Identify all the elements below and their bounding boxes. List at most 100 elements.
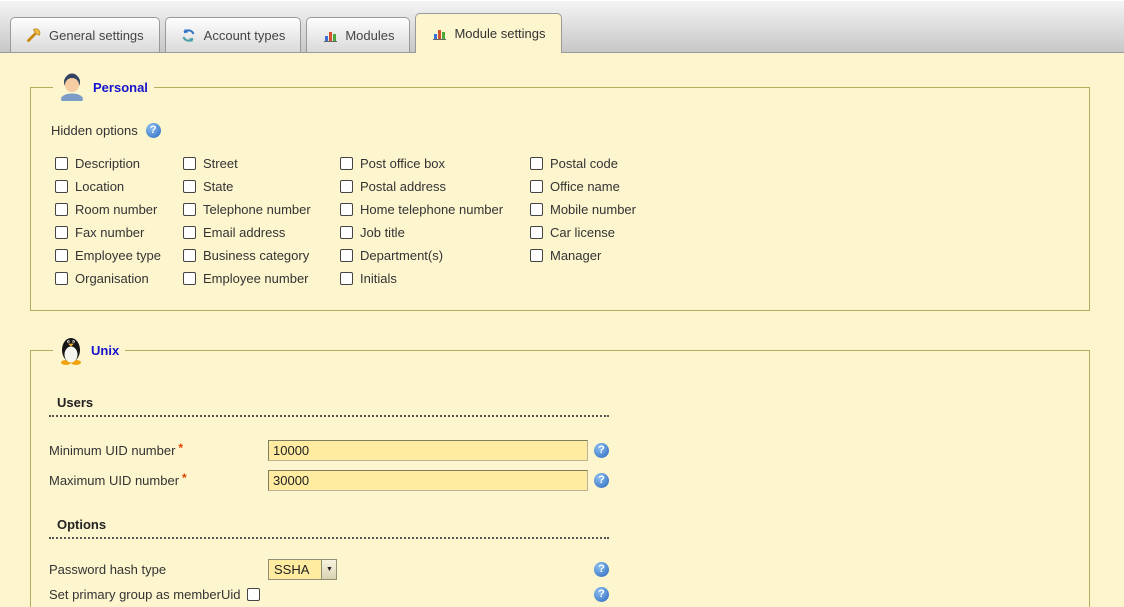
tab-modules[interactable]: Modules: [306, 17, 410, 52]
hidden-options-grid: Description Location Room number Fax number…: [55, 152, 1071, 290]
hidden-option-item[interactable]: Email address: [183, 221, 340, 244]
hidden-option-checkbox[interactable]: [530, 203, 543, 216]
hidden-options-column: Postal code Office name Mobile number Car l…: [530, 152, 646, 290]
hidden-option-checkbox[interactable]: [183, 180, 196, 193]
hidden-option-item[interactable]: Postal address: [340, 175, 530, 198]
hidden-option-item[interactable]: Office name: [530, 175, 646, 198]
hidden-option-item[interactable]: Organisation: [55, 267, 183, 290]
hidden-option-item[interactable]: Street: [183, 152, 340, 175]
hidden-option-item[interactable]: Post office box: [340, 152, 530, 175]
password-hash-select[interactable]: SSHA ▼: [268, 559, 337, 580]
hidden-option-checkbox[interactable]: [530, 157, 543, 170]
tab-account-types[interactable]: Account types: [165, 17, 302, 52]
options-subheader: Options: [49, 515, 609, 539]
hidden-option-label: Business category: [203, 248, 309, 263]
personal-legend: Personal: [53, 73, 154, 101]
min-uid-input[interactable]: [268, 440, 588, 461]
field-row-min-uid: Minimum UID number* ?: [49, 435, 1071, 465]
tab-label: Modules: [345, 28, 394, 43]
account-types-icon: [181, 27, 197, 43]
hidden-option-checkbox[interactable]: [340, 249, 353, 262]
hidden-option-label: Description: [75, 156, 140, 171]
help-icon[interactable]: ?: [146, 123, 161, 138]
hidden-option-checkbox[interactable]: [55, 203, 68, 216]
field-row-member-uid: Set primary group as memberUid ?: [49, 582, 1071, 607]
hidden-option-item[interactable]: Mobile number: [530, 198, 646, 221]
tab-module-settings[interactable]: Module settings: [415, 13, 561, 53]
hidden-option-label: Employee type: [75, 248, 161, 263]
hidden-option-label: Job title: [360, 225, 405, 240]
hidden-option-label: Manager: [550, 248, 601, 263]
hidden-option-checkbox[interactable]: [340, 226, 353, 239]
hidden-option-checkbox[interactable]: [183, 226, 196, 239]
hidden-option-label: State: [203, 179, 233, 194]
hidden-option-label: Car license: [550, 225, 615, 240]
hidden-option-item[interactable]: Manager: [530, 244, 646, 267]
hidden-option-checkbox[interactable]: [55, 249, 68, 262]
hidden-option-item[interactable]: Department(s): [340, 244, 530, 267]
hidden-options-column: Post office box Postal address Home teleph…: [340, 152, 530, 290]
hidden-option-item[interactable]: Car license: [530, 221, 646, 244]
hidden-option-checkbox[interactable]: [183, 157, 196, 170]
hidden-option-item[interactable]: Job title: [340, 221, 530, 244]
help-icon[interactable]: ?: [594, 562, 609, 577]
hidden-option-label: Postal address: [360, 179, 446, 194]
hidden-option-item[interactable]: Description: [55, 152, 183, 175]
hidden-option-item[interactable]: Room number: [55, 198, 183, 221]
hidden-option-item[interactable]: Postal code: [530, 152, 646, 175]
hidden-option-label: Telephone number: [203, 202, 311, 217]
hidden-option-checkbox[interactable]: [55, 272, 68, 285]
hidden-option-label: Organisation: [75, 271, 149, 286]
member-uid-label: Set primary group as memberUid: [49, 587, 240, 602]
max-uid-input[interactable]: [268, 470, 588, 491]
help-icon[interactable]: ?: [594, 587, 609, 602]
hidden-option-item[interactable]: Initials: [340, 267, 530, 290]
hidden-option-label: Street: [203, 156, 238, 171]
hidden-option-checkbox[interactable]: [530, 226, 543, 239]
hidden-option-checkbox[interactable]: [340, 180, 353, 193]
hidden-option-checkbox[interactable]: [55, 226, 68, 239]
hidden-options-column: Description Location Room number Fax number…: [55, 152, 183, 290]
hidden-option-item[interactable]: Home telephone number: [340, 198, 530, 221]
hidden-option-item[interactable]: State: [183, 175, 340, 198]
help-icon[interactable]: ?: [594, 443, 609, 458]
password-hash-value: SSHA: [269, 560, 321, 579]
hidden-option-checkbox[interactable]: [55, 180, 68, 193]
hidden-option-item[interactable]: Location: [55, 175, 183, 198]
hidden-option-label: Mobile number: [550, 202, 636, 217]
unix-legend: Unix: [53, 335, 125, 365]
help-icon[interactable]: ?: [594, 473, 609, 488]
hidden-option-item[interactable]: Telephone number: [183, 198, 340, 221]
module-settings-icon: [431, 26, 447, 42]
field-row-max-uid: Maximum UID number* ?: [49, 465, 1071, 495]
password-hash-label: Password hash type: [49, 562, 268, 577]
field-row-password-hash: Password hash type SSHA ▼ ?: [49, 557, 1071, 582]
dropdown-arrow-icon: ▼: [321, 560, 336, 579]
hidden-option-label: Email address: [203, 225, 285, 240]
hidden-option-checkbox[interactable]: [530, 180, 543, 193]
hidden-option-checkbox[interactable]: [340, 203, 353, 216]
hidden-option-label: Location: [75, 179, 124, 194]
hidden-option-item[interactable]: Fax number: [55, 221, 183, 244]
hidden-option-checkbox[interactable]: [340, 157, 353, 170]
hidden-option-label: Department(s): [360, 248, 443, 263]
tab-label: Account types: [204, 28, 286, 43]
personal-section: Personal Hidden options ? DescriptionLoc…: [30, 73, 1090, 311]
hidden-option-item[interactable]: Employee type: [55, 244, 183, 267]
member-uid-checkbox[interactable]: [247, 588, 260, 601]
unix-section: Unix Users Minimum UID number* ? Maximum…: [30, 335, 1090, 607]
hidden-option-checkbox[interactable]: [183, 249, 196, 262]
hidden-option-label: Room number: [75, 202, 157, 217]
hidden-option-item[interactable]: Business category: [183, 244, 340, 267]
required-marker: *: [178, 441, 183, 455]
hidden-option-checkbox[interactable]: [55, 157, 68, 170]
hidden-option-checkbox[interactable]: [183, 203, 196, 216]
tab-general-settings[interactable]: General settings: [10, 17, 160, 52]
hidden-option-label: Initials: [360, 271, 397, 286]
hidden-option-label: Fax number: [75, 225, 144, 240]
hidden-option-checkbox[interactable]: [340, 272, 353, 285]
hidden-option-item[interactable]: Employee number: [183, 267, 340, 290]
hidden-option-checkbox[interactable]: [530, 249, 543, 262]
hidden-option-label: Office name: [550, 179, 620, 194]
hidden-option-checkbox[interactable]: [183, 272, 196, 285]
